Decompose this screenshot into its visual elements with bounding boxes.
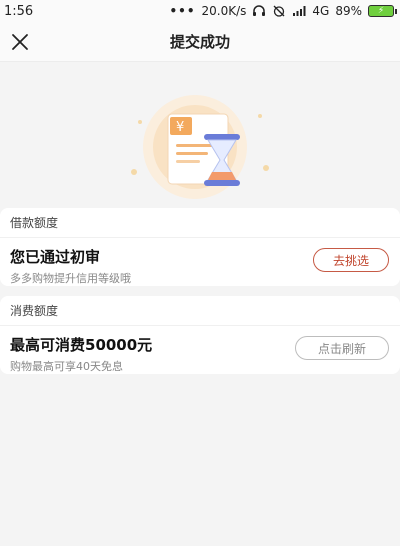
close-button[interactable] [6,28,34,56]
status-time: 1:56 [4,3,34,19]
consume-sub-text: 购物最高可享40天免息 [10,360,123,373]
battery-percent: 89% [335,4,362,18]
battery-icon: ⚡ [368,5,397,17]
consume-card: 消费额度 最高可消费50000元 购物最高可享40天免息 点击刷新 [0,296,400,374]
loan-card-body: 您已通过初审 多多购物提升信用等级哦 去挑选 [0,238,400,288]
consume-card-header: 消费额度 [0,296,400,326]
signal-icon [292,5,306,17]
page-title: 提交成功 [169,33,230,51]
network-speed: 20.0K/s [201,4,247,18]
hero-illustration: ¥ [0,62,400,202]
document-hourglass-illustration: ¥ [131,95,269,199]
loan-card-header: 借款额度 [0,208,400,238]
alarm-off-icon [272,5,286,17]
network-type: 4G [312,4,330,18]
nav-bar: 提交成功 [0,22,400,62]
status-icons: ••• 20.0K/s 4G 89% ⚡ [169,4,397,18]
more-dots: ••• [169,4,196,18]
go-select-button[interactable]: 去挑选 [313,248,389,272]
status-bar: 1:56 ••• 20.0K/s 4G 89% ⚡ [0,0,400,22]
currency-symbol: ¥ [176,120,184,135]
loan-sub-text: 多多购物提升信用等级哦 [10,272,131,285]
headphones-icon [252,5,266,17]
close-icon [12,34,28,50]
loan-card: 借款额度 您已通过初审 多多购物提升信用等级哦 去挑选 [0,208,400,286]
refresh-button[interactable]: 点击刷新 [295,336,389,360]
consume-card-body: 最高可消费50000元 购物最高可享40天免息 点击刷新 [0,326,400,376]
